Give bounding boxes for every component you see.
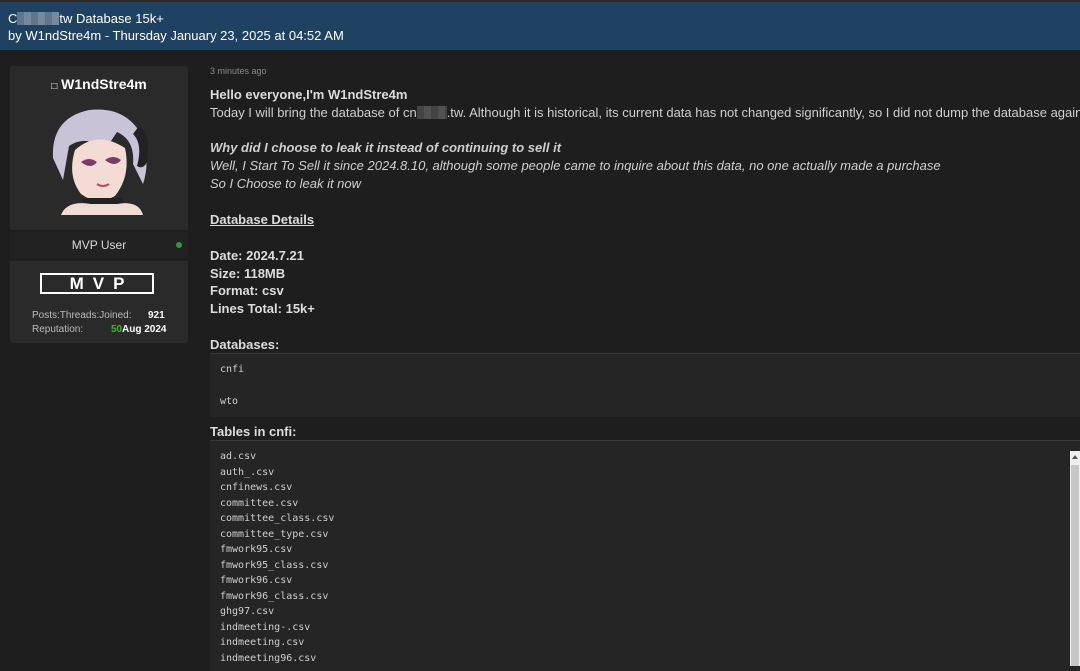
tables-label: Tables in cnfi: — [210, 424, 297, 439]
detail-format: Format: csv — [210, 283, 284, 298]
database-item: wto — [220, 396, 239, 407]
why-text-1: Well, I Start To Sell it since 2024.8.10… — [210, 158, 941, 173]
thread-byline: by W1ndStre4m - Thursday January 23, 202… — [8, 28, 344, 43]
thread-title: Ctw Database 15k+ — [8, 11, 164, 26]
table-file-item: fmwork96_class.csv — [220, 590, 329, 602]
stats-labels: Posts:Threads:Joined: — [32, 310, 132, 321]
detail-date: Date: 2024.7.21 — [210, 248, 304, 263]
why-heading: Why did I choose to leak it instead of c… — [210, 140, 562, 155]
table-file-item: indmeeting.csv — [220, 637, 305, 648]
table-file-item: committee.csv — [220, 497, 299, 509]
user-card: □ W1ndStre4m MVP User MVP Posts:Threads:… — [10, 66, 188, 343]
online-status-icon — [176, 242, 182, 248]
table-file-item: ghg97.csv — [220, 606, 275, 617]
thread-header: Ctw Database 15k+ by W1ndStre4m - Thursd… — [0, 0, 1080, 50]
scroll-thumb[interactable] — [1071, 465, 1079, 666]
table-file-item: committee_type.csv — [220, 528, 329, 540]
table-file-item: fmwork96.csv — [220, 575, 293, 586]
detail-size: Size: 118MB — [210, 266, 286, 281]
scroll-up-icon[interactable] — [1072, 455, 1078, 459]
post-count: 921 — [148, 310, 165, 321]
scrollbar[interactable] — [1070, 451, 1080, 666]
detail-lines: Lines Total: 15k+ — [210, 301, 315, 316]
details-heading: Database Details — [210, 212, 315, 227]
table-file-item: fmwork95.csv — [220, 544, 293, 555]
why-text-2: So I Choose to leak it now — [210, 176, 362, 191]
databases-label: Databases: — [210, 337, 280, 352]
redacted-block — [17, 12, 60, 25]
table-file-item: ad.csv — [220, 451, 257, 462]
database-item: cnfi — [220, 364, 245, 375]
avatar[interactable] — [47, 100, 151, 215]
table-file-item: committee_class.csv — [220, 513, 335, 524]
reputation-value: 50 — [111, 324, 123, 335]
tables-code-block[interactable]: ad.csv auth_.csv cnfinews.csv committee.csv… — [210, 440, 1080, 671]
user-profile-box: □ W1ndStre4m — [10, 66, 188, 230]
table-file-item: auth_.csv — [220, 466, 275, 478]
user-role: MVP User — [71, 238, 127, 252]
username[interactable]: □ W1ndStre4m — [10, 76, 188, 92]
reputation-label: Reputation: — [32, 324, 84, 335]
user-role-row: MVP User — [10, 232, 188, 258]
user-icon: □ — [51, 81, 58, 92]
mvp-badge: MVP — [40, 273, 154, 294]
post-greeting: Hello everyone,I'm W1ndStre4m — [210, 87, 408, 102]
table-file-item: fmwork95_class.csv — [220, 559, 329, 571]
post-timestamp: 3 minutes ago — [210, 66, 267, 76]
table-file-item: cnfinews.csv — [220, 482, 293, 493]
databases-code-block[interactable]: cnfi wto — [210, 353, 1080, 417]
joined-date: Aug 2024 — [122, 324, 167, 335]
table-file-item: indmeeting96.csv — [220, 652, 317, 664]
post-intro: Today I will bring the database of cn .tw… — [210, 105, 1080, 120]
user-stats: MVP Posts:Threads:Joined: 921 Reputation… — [10, 261, 188, 343]
redacted-block — [416, 106, 447, 119]
table-file-item: indmeeting-.csv — [220, 621, 311, 633]
